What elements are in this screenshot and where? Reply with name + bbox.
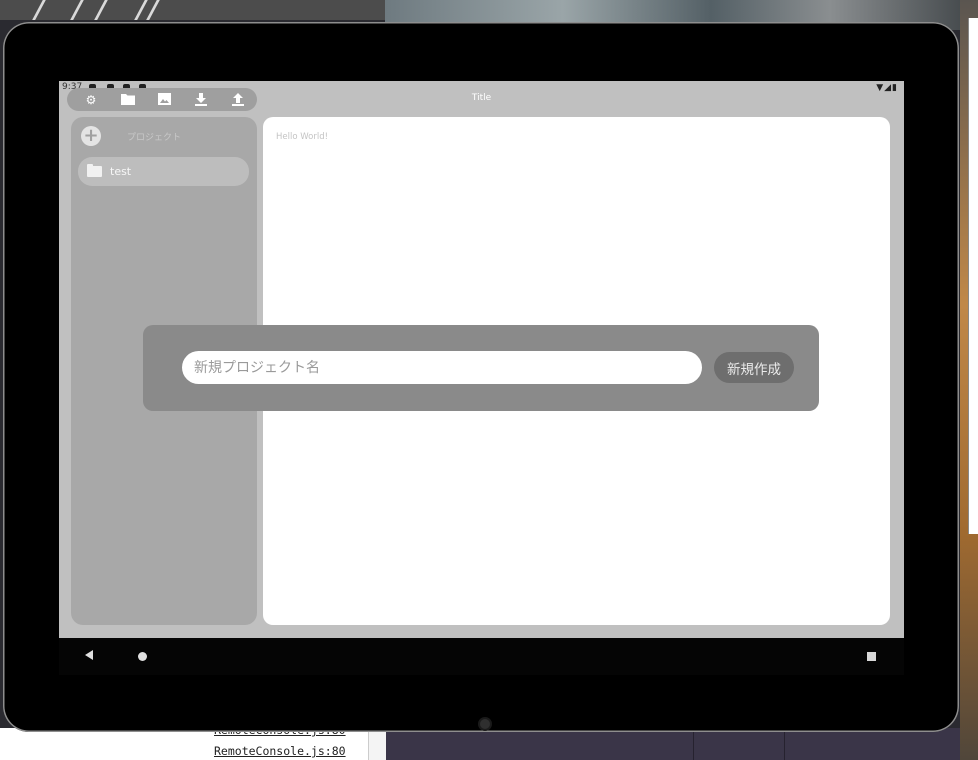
back-icon[interactable] bbox=[85, 650, 93, 660]
project-item-test[interactable]: test bbox=[78, 157, 249, 186]
background-window-edge bbox=[968, 18, 978, 534]
recent-apps-icon[interactable] bbox=[867, 652, 876, 661]
add-project-button[interactable]: + bbox=[81, 126, 101, 146]
background-stroke bbox=[31, 0, 48, 20]
sidebar-heading: プロジェクト bbox=[127, 133, 182, 143]
new-project-dialog: 新規作成 bbox=[143, 325, 819, 411]
desktop-background-top-left bbox=[0, 0, 385, 20]
project-name-input[interactable] bbox=[182, 351, 702, 384]
signal-battery-icon: ▼◢▮ bbox=[876, 83, 898, 93]
devtools-console-fragment: RemoteConsole.js:80 RemoteConsole.js:80 bbox=[0, 723, 369, 760]
navigation-bar bbox=[59, 638, 904, 675]
download-icon[interactable] bbox=[194, 93, 208, 107]
folder-icon[interactable] bbox=[121, 93, 135, 107]
create-project-button[interactable]: 新規作成 bbox=[714, 352, 794, 383]
project-label: test bbox=[110, 165, 132, 178]
console-source-link[interactable]: RemoteConsole.js:80 bbox=[214, 744, 346, 758]
image-icon[interactable] bbox=[157, 93, 171, 107]
camera-icon bbox=[480, 719, 490, 729]
upload-icon[interactable] bbox=[231, 93, 245, 107]
background-stroke bbox=[93, 0, 110, 20]
android-screen: 9:37 ▼◢▮ Title ⚙ + プロジェクト test Hello Wor… bbox=[59, 81, 904, 638]
divider bbox=[693, 728, 694, 760]
folder-icon bbox=[87, 164, 102, 177]
gear-icon[interactable]: ⚙ bbox=[84, 93, 98, 107]
content-text: Hello World! bbox=[276, 132, 329, 142]
devtools-gutter bbox=[369, 728, 386, 760]
divider bbox=[784, 728, 785, 760]
desktop-background-right bbox=[960, 0, 978, 760]
background-stroke bbox=[145, 0, 162, 20]
home-icon[interactable] bbox=[138, 652, 147, 661]
toolbar: ⚙ bbox=[67, 88, 257, 111]
background-stroke bbox=[69, 0, 86, 20]
desktop-background-bottom bbox=[386, 728, 960, 760]
